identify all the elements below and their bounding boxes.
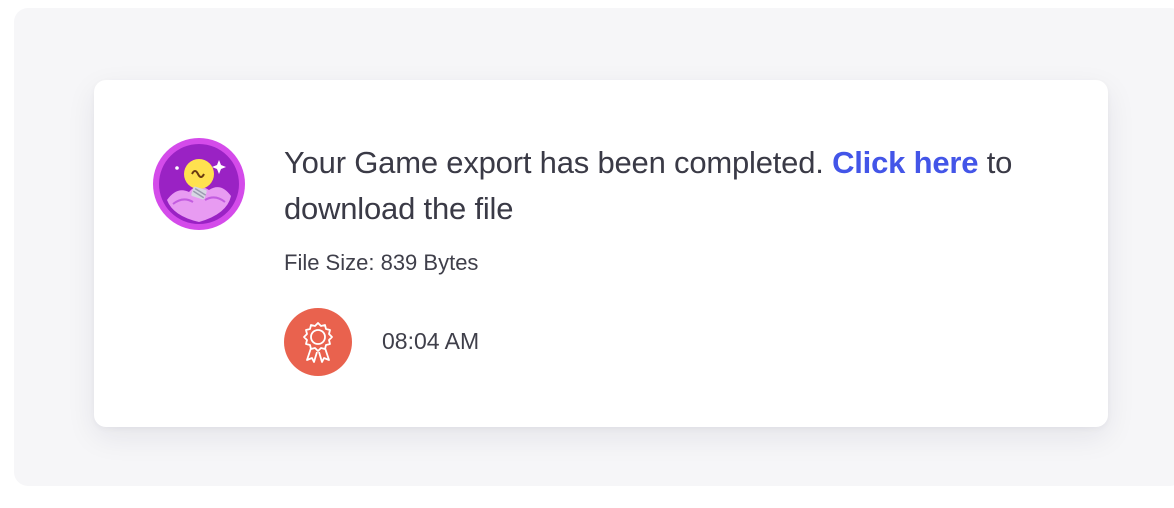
notification-message: Your Game export has been completed. Cli… — [284, 140, 1074, 232]
lightbulb-idea-badge-icon — [153, 138, 245, 230]
notification-card: Your Game export has been completed. Cli… — [94, 80, 1108, 427]
download-link[interactable]: Click here — [832, 145, 978, 180]
award-ribbon-icon — [284, 308, 352, 376]
notification-time: 08:04 AM — [382, 328, 480, 354]
file-size-label: File Size: 839 Bytes — [284, 250, 479, 275]
notification-panel-background: Your Game export has been completed. Cli… — [14, 8, 1174, 486]
message-prefix: Your Game export has been completed. — [284, 145, 833, 180]
